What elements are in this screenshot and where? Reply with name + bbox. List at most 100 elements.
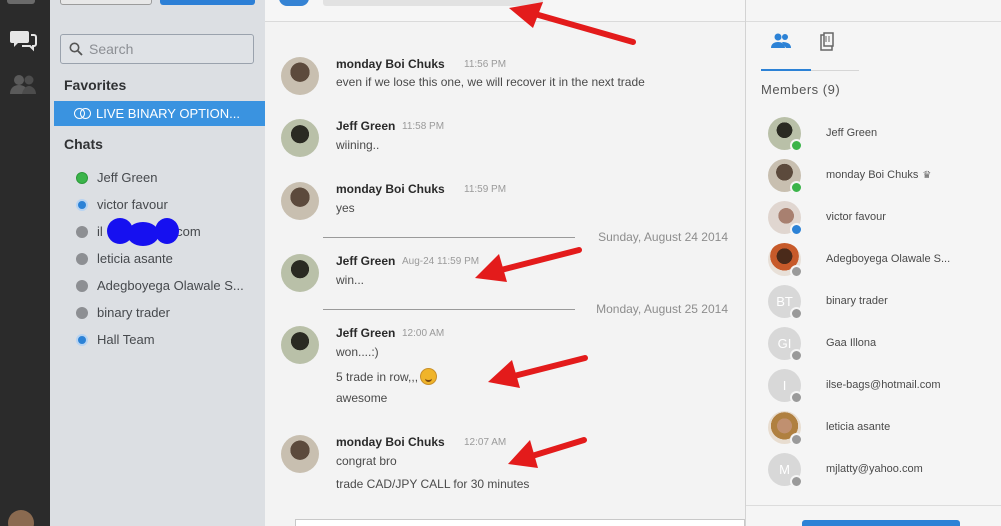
panel-footer-divider (746, 505, 1001, 506)
date-separator: Monday, August 25 2014 (323, 302, 728, 316)
chat-item-redacted-email[interactable]: il il.com (76, 218, 244, 246)
tab-members-icon[interactable] (766, 32, 796, 60)
avatar (768, 410, 803, 446)
message-text: congrat bro (336, 454, 397, 468)
online-status-icon (790, 180, 803, 194)
message-text: yes (336, 201, 355, 215)
offline-status-icon (790, 348, 803, 362)
avatar-initials: GI (777, 335, 792, 351)
member-item[interactable]: I ilse-bags@hotmail.com (768, 364, 950, 406)
away-status-icon (76, 333, 88, 346)
email-prefix: il (97, 224, 103, 239)
message-time: 11:59 PM (464, 184, 507, 195)
offline-status-icon (790, 306, 803, 320)
member-item[interactable]: Adegboyega Olawale S... (768, 238, 950, 280)
message-time: 11:56 PM (464, 59, 507, 70)
group-chat-icon (74, 108, 92, 119)
search-box[interactable] (60, 34, 254, 64)
date-separator-label: Sunday, August 24 2014 (598, 230, 728, 244)
search-input[interactable] (89, 41, 249, 57)
crown-icon: ♛ (922, 169, 932, 181)
chats-nav-icon[interactable] (7, 26, 39, 54)
favorite-item-label: LIVE BINARY OPTION... (96, 106, 241, 121)
members-panel: Members (9) Jeff Green monday Boi Chuks … (745, 0, 1001, 526)
offline-status-icon (76, 225, 88, 238)
member-name: binary trader (826, 295, 888, 307)
avatar (768, 116, 803, 152)
redaction-scribble (155, 218, 179, 244)
member-list: Jeff Green monday Boi Chuks ♛ victor fav… (768, 112, 950, 490)
away-status-icon (790, 222, 803, 236)
avatar-initials: M (779, 461, 790, 477)
avatar[interactable] (281, 326, 319, 364)
member-item[interactable]: M mjlatty@yahoo.com (768, 448, 950, 490)
avatar: I (768, 368, 803, 404)
offline-status-icon (790, 432, 803, 446)
annotation-arrow (488, 355, 588, 388)
rail-top-button[interactable] (7, 0, 35, 4)
message-author: monday Boi Chuks (336, 182, 445, 196)
avatar[interactable] (281, 182, 319, 220)
redaction-scribble (127, 222, 159, 246)
member-name: leticia asante (826, 421, 891, 433)
message-time: 12:00 AM (402, 328, 445, 339)
members-heading: Members (9) (761, 82, 841, 97)
chat-item-jeff-green[interactable]: Jeff Green (76, 164, 244, 191)
avatar (768, 158, 803, 194)
sidebar-top-primary-button[interactable] (160, 0, 255, 5)
member-item[interactable]: BT binary trader (768, 280, 950, 322)
favorite-item-live-binary[interactable]: LIVE BINARY OPTION... (54, 101, 265, 126)
my-avatar[interactable] (8, 510, 34, 526)
sidebar: Favorites LIVE BINARY OPTION... Chats Je… (50, 0, 265, 526)
member-item[interactable]: GI Gaa Illona (768, 322, 950, 364)
chat-item-binary-trader[interactable]: binary trader (76, 299, 244, 326)
member-item[interactable]: monday Boi Chuks ♛ (768, 154, 950, 196)
chat-item-victor-favour[interactable]: victor favour (76, 191, 244, 218)
sidebar-top-button[interactable] (60, 0, 152, 5)
offline-status-icon (790, 474, 803, 488)
avatar (768, 242, 803, 278)
message-time: 11:58 PM (402, 121, 445, 132)
avatar: M (768, 452, 803, 488)
avatar[interactable] (281, 119, 319, 157)
message-text: win... (336, 273, 365, 287)
chat-item-adegboyega[interactable]: Adegboyega Olawale S... (76, 272, 244, 299)
chat-list: Jeff Green victor favour il il.com letici… (76, 164, 244, 353)
chats-heading: Chats (64, 136, 103, 152)
member-name: victor favour (826, 211, 886, 223)
message-author: Jeff Green (336, 326, 396, 340)
message-text: wiining.. (336, 138, 380, 152)
message-input[interactable] (295, 519, 745, 526)
avatar: BT (768, 284, 803, 320)
message-author: monday Boi Chuks (336, 57, 445, 71)
tab-divider (811, 70, 859, 71)
contacts-nav-icon[interactable] (7, 70, 39, 98)
message-text: even if we lose this one, we will recove… (336, 75, 645, 89)
conversation-group-icon (279, 0, 309, 6)
member-item[interactable]: victor favour (768, 196, 950, 238)
tab-files-icon[interactable] (812, 32, 842, 60)
chat-item-name: Adegboyega Olawale S... (97, 278, 244, 293)
online-status-icon (76, 171, 88, 184)
message-text: 5 trade in row,,, (336, 368, 438, 385)
chat-item-leticia-asante[interactable]: leticia asante (76, 245, 244, 272)
avatar[interactable] (281, 57, 319, 95)
avatar[interactable] (281, 435, 319, 473)
chat-item-hall-team[interactable]: Hall Team (76, 326, 244, 353)
conversation-pane: monday Boi Chuks 11:56 PM even if we los… (265, 0, 745, 526)
panel-action-button[interactable] (802, 520, 960, 526)
chat-item-name: leticia asante (97, 251, 173, 266)
annotation-arrow (508, 437, 587, 468)
chat-item-name: victor favour (97, 197, 168, 212)
avatar[interactable] (281, 254, 319, 292)
member-item[interactable]: Jeff Green (768, 112, 950, 154)
active-tab-indicator (761, 69, 811, 71)
member-name: Jeff Green (826, 127, 878, 139)
annotation-arrow (475, 247, 582, 282)
avatar (768, 200, 803, 236)
message-author: Jeff Green (336, 119, 396, 133)
chat-item-name: Jeff Green (97, 170, 158, 185)
member-item[interactable]: leticia asante (768, 406, 950, 448)
offline-status-icon (76, 306, 88, 319)
away-status-icon (76, 198, 88, 211)
